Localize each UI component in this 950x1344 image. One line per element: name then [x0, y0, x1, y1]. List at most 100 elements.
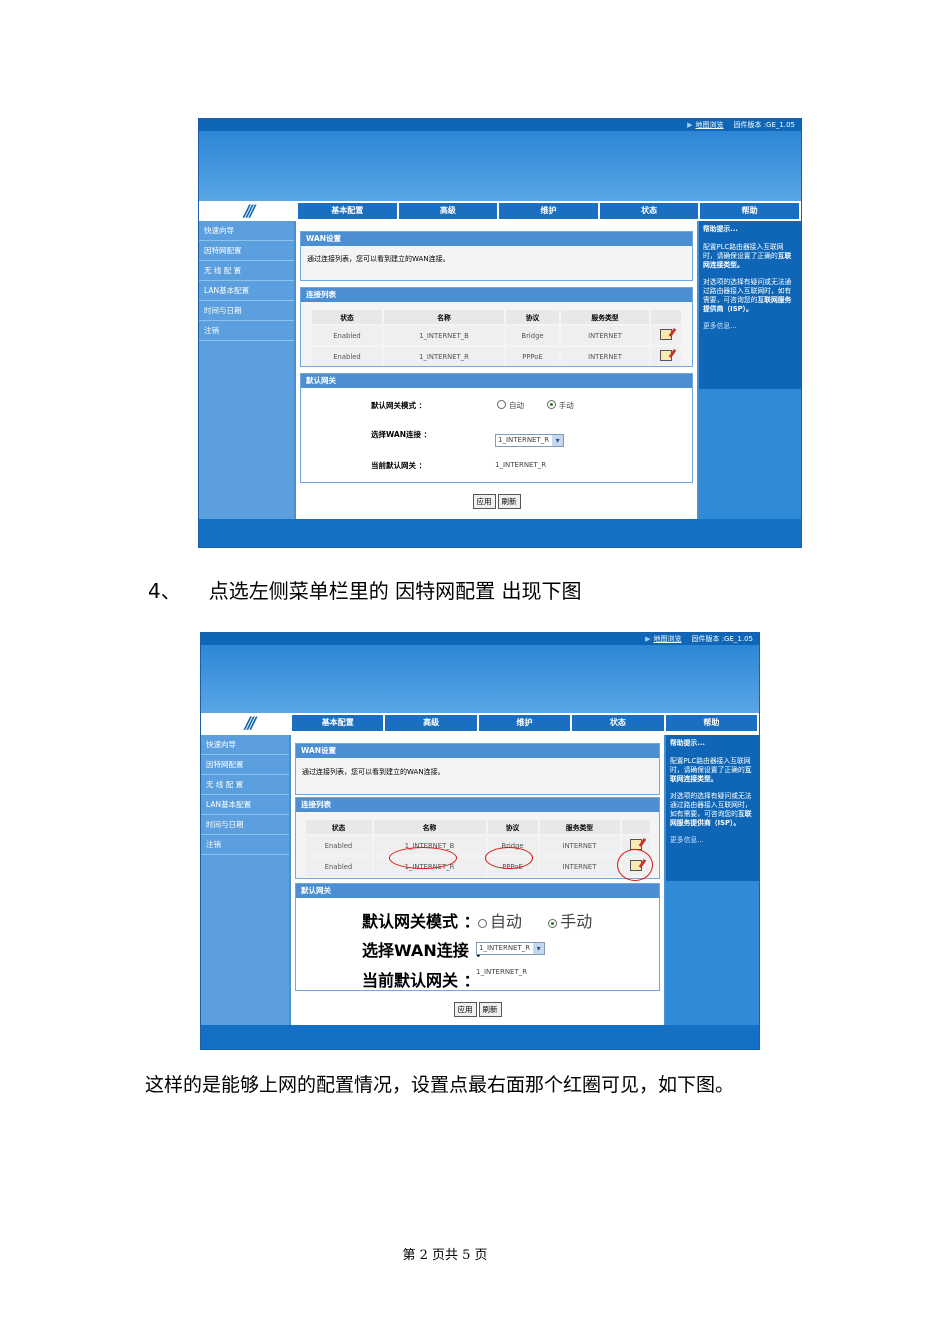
gateway-mode-options: 自动 手动 [478, 908, 592, 932]
connection-table: 状态 名称 协议 服务类型 Enabled 1_INTERNET_B Bridg… [304, 818, 652, 878]
tab-status[interactable]: 状态 [599, 203, 699, 219]
cell-service: INTERNET [539, 836, 620, 855]
cell-edit [651, 326, 681, 345]
radio-manual[interactable] [546, 400, 556, 409]
page-number: 第 2 页共 5 页 [402, 1248, 488, 1263]
more-info-link[interactable]: 更多信息... [703, 322, 797, 331]
main-tabs: 基本配置 高级 维护 状态 帮助 [296, 203, 799, 219]
sidebar-item-logout[interactable]: 注销 [201, 835, 289, 855]
firmware-version: 固件版本 :GE_1.05 [733, 121, 795, 129]
router-screenshot-2: ▶ 地图浏览 固件版本 :GE_1.05 /// 基本配置 高级 维护 状态 帮助 … [200, 632, 760, 1050]
radio-auto-label: 自动 [509, 401, 524, 410]
col-name: 名称 [384, 310, 504, 324]
wan-select-wrap: 1_INTERNET_R [476, 935, 546, 955]
connection-table: 状态 名称 协议 服务类型 Enabled 1_INTERNET_B Bridg… [310, 308, 683, 368]
more-info-link[interactable]: 更多信息... [670, 836, 755, 845]
banner [199, 131, 801, 201]
help-title: 帮助提示... [670, 739, 705, 747]
sidebar-item-internet-config[interactable]: 因特网配置 [199, 241, 294, 261]
tab-maintenance[interactable]: 维护 [478, 715, 571, 731]
default-gateway-panel: 默认网关 默认网关模式 ： 自动 手动 选择WAN连接 ： 1_INTERNET… [295, 883, 660, 991]
edit-icon[interactable] [660, 350, 672, 361]
nav-row: /// 基本配置 高级 维护 状态 帮助 [201, 713, 759, 735]
help-paragraph-1: 配置PLC路由器接入互联网时，请确保设置了正确的互联网连接类型。 [670, 757, 752, 783]
sidebar-item-lan-config[interactable]: LAN基本配置 [199, 281, 294, 301]
table-row: Enabled 1_INTERNET_B Bridge INTERNET [312, 326, 681, 345]
cell-protocol: PPPoE [506, 347, 559, 366]
sidebar-item-logout[interactable]: 注销 [199, 321, 294, 341]
col-edit [651, 310, 681, 324]
tab-help[interactable]: 帮助 [700, 203, 799, 219]
sitemap-link[interactable]: 地图浏览 [653, 635, 681, 643]
wan-settings-desc: 通过连接列表，您可以看到建立的WAN连接。 [307, 255, 450, 263]
cell-status: Enabled [312, 326, 382, 345]
select-wan-label: 选择WAN连接 ： [371, 430, 432, 439]
sidebar-item-wireless-config[interactable]: 无 线 配 置 [199, 261, 294, 281]
step-heading: 4、 点选左侧菜单栏里的 因特网配置 出现下图 [148, 575, 581, 604]
wan-select[interactable]: 1_INTERNET_R [476, 942, 546, 955]
radio-auto[interactable] [497, 400, 506, 409]
radio-auto[interactable] [478, 919, 487, 928]
table-row: Enabled 1_INTERNET_B Bridge INTERNET [305, 836, 650, 855]
sidebar-item-quick-wizard[interactable]: 快速向导 [201, 735, 289, 755]
cell-name: 1_INTERNET_R [384, 347, 504, 366]
nav-row: /// 基本配置 高级 维护 状态 帮助 [199, 201, 801, 221]
select-wan-label: 选择WAN连接 ： [362, 941, 491, 960]
gateway-mode-options: 自动 手动 [497, 400, 574, 411]
help-paragraph-2: 对选项的选择有疑问或无法通过路由器接入互联网时，如有需要，可咨询您的互联网服务提… [703, 278, 792, 313]
arrow-icon: ▶ [687, 121, 693, 129]
edit-icon[interactable] [660, 329, 672, 340]
tab-maintenance[interactable]: 维护 [499, 203, 598, 219]
sidebar-item-internet-config[interactable]: 因特网配置 [201, 755, 289, 775]
sidebar: 快速向导 因特网配置 无 线 配 置 LAN基本配置 时间与日期 注销 [201, 735, 289, 1025]
wan-settings-title: WAN设置 [301, 232, 692, 246]
step-number: 4、 [148, 579, 181, 603]
step-text: 点选左侧菜单栏里的 因特网配置 出现下图 [208, 579, 582, 603]
wan-select[interactable]: 1_INTERNET_R [495, 434, 565, 447]
col-service: 服务类型 [561, 310, 649, 324]
gateway-mode-label: 默认网关模式 ： [362, 912, 480, 931]
annotation-circle-name [389, 847, 457, 869]
firmware-version: 固件版本 :GE_1.05 [691, 635, 753, 643]
apply-button[interactable]: 应用 [453, 1002, 477, 1017]
refresh-button[interactable]: 刷新 [497, 494, 521, 509]
current-gateway-value: 1_INTERNET_R [495, 461, 547, 469]
tab-status[interactable]: 状态 [572, 715, 664, 731]
wan-select-wrap: 1_INTERNET_R [495, 427, 565, 447]
top-bar: ▶ 地图浏览 固件版本 :GE_1.05 [199, 119, 801, 131]
sidebar-item-quick-wizard[interactable]: 快速向导 [199, 221, 294, 241]
radio-manual[interactable] [548, 919, 558, 928]
footer-bar [201, 1025, 759, 1049]
sidebar-item-time-date[interactable]: 时间与日期 [199, 301, 294, 321]
table-row: Enabled 1_INTERNET_R PPPoE INTERNET [305, 857, 650, 876]
wan-settings-panel: WAN设置 通过连接列表，您可以看到建立的WAN连接。 [300, 231, 693, 281]
action-buttons: 应用 刷新 [296, 489, 697, 509]
logo-slashes-icon: /// [245, 713, 256, 732]
radio-manual-label: 手动 [558, 401, 574, 410]
sidebar-item-lan-config[interactable]: LAN基本配置 [201, 795, 289, 815]
help-box: 帮助提示... 配置PLC路由器接入互联网时，请确保设置了正确的互联网连接类型。… [666, 735, 759, 881]
tab-advanced[interactable]: 高级 [398, 203, 498, 219]
arrow-icon: ▶ [645, 635, 651, 643]
sitemap-link[interactable]: 地图浏览 [695, 121, 723, 129]
tab-basic-config[interactable]: 基本配置 [298, 203, 397, 219]
gateway-mode-label: 默认网关模式 ： [371, 401, 427, 410]
annotation-circle-edit [617, 849, 653, 881]
tab-basic-config[interactable]: 基本配置 [292, 715, 384, 731]
main-tabs: 基本配置 高级 维护 状态 帮助 [290, 715, 758, 731]
cell-status: Enabled [305, 857, 372, 876]
wan-settings-desc: 通过连接列表，您可以看到建立的WAN连接。 [302, 768, 445, 776]
refresh-button[interactable]: 刷新 [478, 1002, 502, 1017]
sidebar-item-wireless-config[interactable]: 无 线 配 置 [201, 775, 289, 795]
apply-button[interactable]: 应用 [472, 494, 496, 509]
col-protocol: 协议 [487, 820, 538, 834]
cell-status: Enabled [305, 836, 372, 855]
wan-settings-panel: WAN设置 通过连接列表，您可以看到建立的WAN连接。 [295, 743, 660, 795]
col-protocol: 协议 [506, 310, 559, 324]
default-gateway-title: 默认网关 [296, 884, 659, 898]
tab-help[interactable]: 帮助 [665, 715, 758, 731]
default-gateway-title: 默认网关 [301, 374, 692, 388]
sidebar-item-time-date[interactable]: 时间与日期 [201, 815, 289, 835]
help-column: 帮助提示... 配置PLC路由器接入互联网时，请确保设置了正确的互联网连接类型。… [666, 735, 759, 1025]
tab-advanced[interactable]: 高级 [385, 715, 477, 731]
